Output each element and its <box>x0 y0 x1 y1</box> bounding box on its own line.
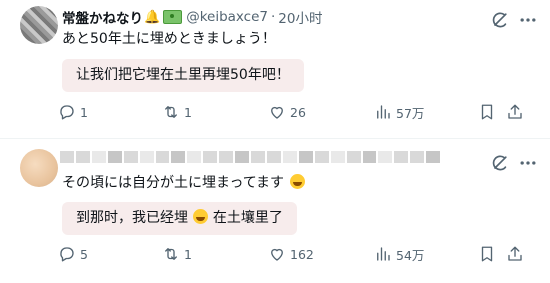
repost-button[interactable]: 1 <box>162 245 192 263</box>
post-header: 常盤かねなり 🔔 @keibaxce7 · 20小时 <box>62 7 322 27</box>
bookmark-button[interactable] <box>478 245 496 263</box>
repost-count: 1 <box>184 104 192 120</box>
translation-box: 到那时，我已经埋 在土壤里了 <box>62 202 297 235</box>
post[interactable]: 常盤かねなり 🔔 @keibaxce7 · 20小时 あと50年土に埋めときまし… <box>0 0 550 139</box>
avatar[interactable] <box>20 6 58 44</box>
grok-icon[interactable] <box>490 10 510 30</box>
share-icon <box>508 104 522 119</box>
reply-button[interactable]: 5 <box>58 245 88 263</box>
repost-button[interactable]: 1 <box>162 103 192 121</box>
reply-count: 5 <box>80 246 88 262</box>
more-icon[interactable] <box>518 153 538 173</box>
more-icon[interactable] <box>518 10 538 30</box>
share-button[interactable] <box>506 245 524 263</box>
bookmark-icon <box>481 104 493 120</box>
grinning-emoji-icon <box>289 174 305 189</box>
views-button[interactable]: 57万 <box>374 103 424 122</box>
views-icon <box>377 247 390 261</box>
redacted-header <box>60 151 441 163</box>
views-button[interactable]: 54万 <box>374 245 424 264</box>
timestamp[interactable]: 20小时 <box>278 7 322 27</box>
views-icon <box>377 105 390 119</box>
grinning-emoji-icon <box>193 209 209 224</box>
bell-emoji: 🔔 <box>144 9 161 25</box>
like-button[interactable]: 162 <box>268 245 314 263</box>
bookmark-icon <box>481 246 493 262</box>
post[interactable]: その頃には自分が土に埋まってます 到那时，我已经埋 在土壤里了 5 1 162 … <box>0 139 550 283</box>
avatar[interactable] <box>20 149 58 187</box>
bookmark-button[interactable] <box>478 103 496 121</box>
share-button[interactable] <box>506 103 524 121</box>
reply-icon <box>60 247 74 262</box>
like-button[interactable]: 26 <box>268 103 306 121</box>
like-count: 162 <box>290 246 314 262</box>
grok-icon[interactable] <box>490 153 510 173</box>
translation-part1: 到那时，我已经埋 <box>76 210 188 226</box>
reply-button[interactable]: 1 <box>58 103 88 121</box>
views-count: 57万 <box>396 105 425 121</box>
repost-count: 1 <box>184 246 192 262</box>
repost-icon <box>165 106 177 118</box>
post-text: その頃には自分が土に埋まってます <box>62 172 305 192</box>
like-count: 26 <box>290 104 306 120</box>
like-icon <box>271 106 283 119</box>
separator-dot: · <box>271 9 276 25</box>
handle[interactable]: @keibaxce7 <box>186 9 268 25</box>
reply-count: 1 <box>80 104 88 120</box>
post-text: あと50年土に埋めときましょう！ <box>62 31 276 47</box>
like-icon <box>271 248 283 261</box>
post-text-content: その頃には自分が土に埋まってます <box>62 175 285 191</box>
repost-icon <box>165 248 177 260</box>
views-count: 54万 <box>396 247 425 263</box>
translation-part2: 在土壤里了 <box>212 210 283 226</box>
reply-icon <box>60 105 74 120</box>
display-name[interactable]: 常盤かねなり <box>62 7 143 27</box>
share-icon <box>508 246 522 261</box>
translation-box: 让我们把它埋在土里再埋50年吧！ <box>62 59 304 92</box>
money-emoji-icon <box>163 10 183 24</box>
